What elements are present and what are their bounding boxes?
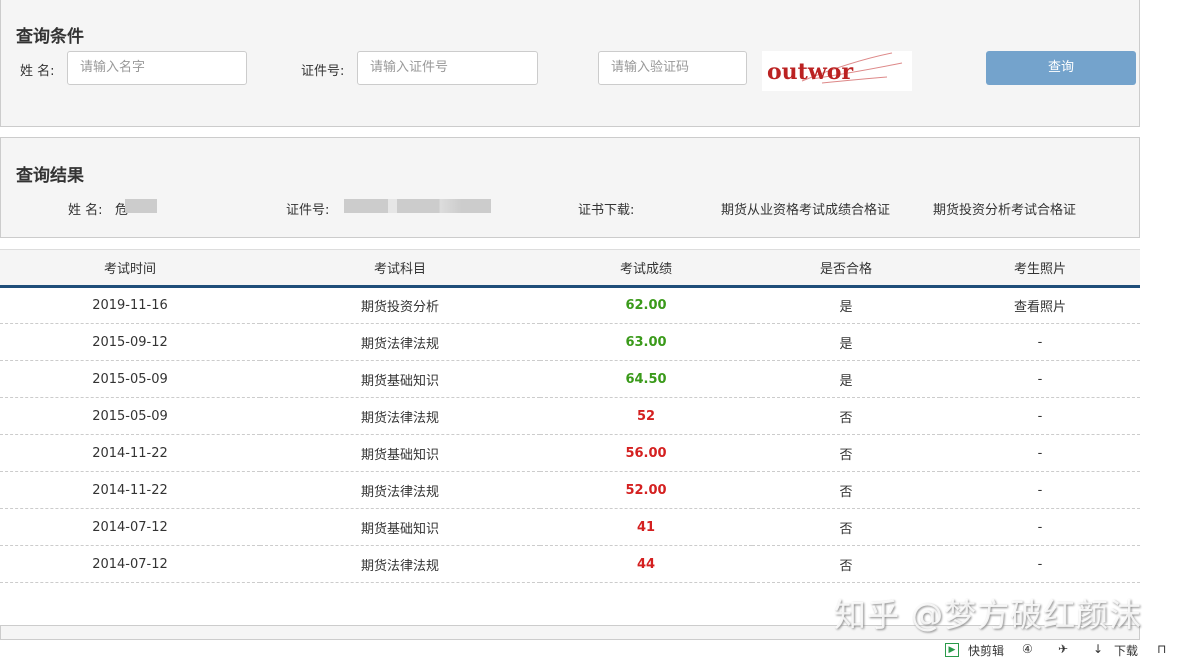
cell-score: 56.00 — [540, 434, 752, 472]
cell-score: 44 — [540, 545, 752, 583]
cert-link-2[interactable]: 期货投资分析考试合格证 — [933, 199, 1076, 218]
column-header: 考试成绩 — [540, 249, 752, 288]
download-icon[interactable]: ↓ — [1093, 642, 1103, 656]
cell-pass: 否 — [752, 471, 940, 509]
result-title: 查询结果 — [16, 166, 84, 186]
clip-button[interactable]: 快剪辑 — [968, 642, 1004, 659]
column-header: 是否合格 — [752, 249, 940, 288]
column-header: 考试科目 — [260, 249, 540, 288]
cell-subject: 期货投资分析 — [260, 286, 540, 324]
query-panel: 查询条件 姓 名: 请输入名字 证件号: 请输入证件号 请输入验证码 outwo… — [0, 0, 1140, 127]
result-name-label: 姓 名: — [68, 203, 103, 218]
column-header: 考生照片 — [940, 249, 1140, 288]
cell-photo: - — [940, 360, 1140, 398]
cell-score: 52.00 — [540, 471, 752, 509]
cell-subject: 期货法律法规 — [260, 397, 540, 435]
cell-date: 2015-05-09 — [0, 360, 260, 398]
column-header: 考试时间 — [0, 249, 260, 288]
table-row: 2014-07-12 期货基础知识 41 否 - — [0, 508, 1140, 546]
cell-date: 2014-11-22 — [0, 471, 260, 509]
cell-pass: 否 — [752, 545, 940, 583]
cell-score: 63.00 — [540, 323, 752, 361]
watermark: 知乎 @梦方破红颜沫 — [834, 596, 1143, 634]
name-label: 姓 名: — [20, 64, 55, 79]
redacted-block — [125, 199, 157, 213]
cell-date: 2014-11-22 — [0, 434, 260, 472]
window-icon[interactable]: ⊓ — [1157, 642, 1166, 656]
cell-score: 41 — [540, 508, 752, 546]
cell-date: 2014-07-12 — [0, 545, 260, 583]
cert-link-1[interactable]: 期货从业资格考试成绩合格证 — [721, 199, 890, 218]
cell-pass: 是 — [752, 360, 940, 398]
captcha-image[interactable]: outwor — [762, 51, 912, 91]
cell-pass: 否 — [752, 434, 940, 472]
cell-photo: - — [940, 508, 1140, 546]
table-row: 2019-11-16 期货投资分析 62.00 是查看照片 — [0, 286, 1140, 324]
cell-pass: 否 — [752, 397, 940, 435]
search-button[interactable]: 查询 — [986, 51, 1136, 85]
download-button[interactable]: 下载 — [1114, 642, 1138, 659]
table-row: 2015-05-09 期货法律法规 52 否 - — [0, 397, 1140, 435]
clip-icon[interactable]: ▶ — [945, 643, 959, 657]
cell-date: 2015-05-09 — [0, 397, 260, 435]
table-row: 2014-11-22 期货基础知识 56.00 否 - — [0, 434, 1140, 472]
table-row: 2015-09-12 期货法律法规 63.00 是 - — [0, 323, 1140, 361]
table-row: 2015-05-09 期货基础知识 64.50 是 - — [0, 360, 1140, 398]
redacted-id — [344, 199, 491, 213]
cell-date: 2014-07-12 — [0, 508, 260, 546]
table-row: 2014-11-22 期货法律法规 52.00 否 - — [0, 471, 1140, 509]
results-table: 考试时间 考试科目 考试成绩 是否合格 考生照片 2019-11-16 期货投资分析 62.… — [0, 249, 1140, 583]
cell-pass: 是 — [752, 286, 940, 324]
cell-subject: 期货基础知识 — [260, 508, 540, 546]
cell-score: 62.00 — [540, 286, 752, 324]
cell-photo: - — [940, 323, 1140, 361]
cell-subject: 期货法律法规 — [260, 545, 540, 583]
cell-score: 52 — [540, 397, 752, 435]
result-panel: 查询结果 姓 名: 危 证件号: 证书下载: 期货从业资格考试成绩合格证 期货投… — [0, 137, 1140, 238]
cell-photo: - — [940, 434, 1140, 472]
cell-pass: 否 — [752, 508, 940, 546]
cert-label: 证书下载: — [578, 203, 635, 218]
cell-subject: 期货法律法规 — [260, 323, 540, 361]
cell-date: 2015-09-12 — [0, 323, 260, 361]
cell-photo: - — [940, 545, 1140, 583]
cell-photo[interactable]: 查看照片 — [940, 286, 1140, 324]
cell-photo: - — [940, 397, 1140, 435]
captcha-input[interactable]: 请输入验证码 — [598, 51, 747, 85]
speed-icon[interactable]: ④ — [1022, 642, 1033, 656]
table-row: 2014-07-12 期货法律法规 44 否 - — [0, 545, 1140, 583]
cell-pass: 是 — [752, 323, 940, 361]
query-title: 查询条件 — [16, 27, 84, 47]
cell-photo: - — [940, 471, 1140, 509]
id-input[interactable]: 请输入证件号 — [357, 51, 538, 85]
pin-icon[interactable]: ✈ — [1058, 642, 1068, 656]
captcha-text: outwor — [767, 59, 853, 85]
cell-score: 64.50 — [540, 360, 752, 398]
name-input[interactable]: 请输入名字 — [67, 51, 247, 85]
cell-subject: 期货基础知识 — [260, 434, 540, 472]
cell-subject: 期货法律法规 — [260, 471, 540, 509]
cell-date: 2019-11-16 — [0, 286, 260, 324]
result-id-label: 证件号: — [286, 203, 330, 218]
id-label: 证件号: — [301, 64, 345, 79]
cell-subject: 期货基础知识 — [260, 360, 540, 398]
status-bar: ▶ 快剪辑 ④ ✈ ↓ 下载 ⊓ — [0, 640, 1184, 659]
